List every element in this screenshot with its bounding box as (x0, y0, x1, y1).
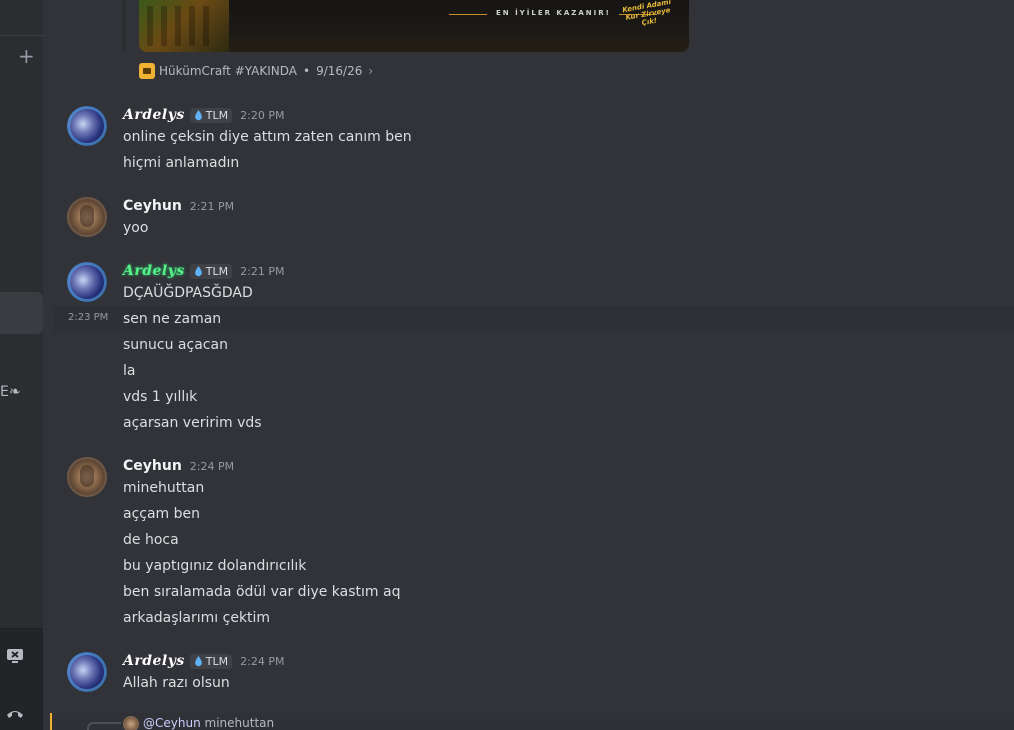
reply-avatar[interactable] (123, 716, 139, 730)
chevron-right-icon[interactable]: › (368, 64, 373, 78)
message-line: online çeksin diye attım zaten canım ben (123, 129, 412, 145)
message-line: bu yaptıgınız dolandırıcılık (123, 558, 307, 574)
avatar[interactable] (67, 457, 107, 497)
embed-date: 9/16/26 (316, 64, 363, 78)
message-line: minehuttan (123, 480, 205, 496)
sidebar-item-active[interactable] (0, 292, 43, 334)
message-line: yoo (123, 220, 149, 236)
sidebar-item-label[interactable]: E❧ (0, 384, 21, 400)
droplet-icon (194, 655, 202, 666)
guild-tag-badge[interactable]: TLM (189, 653, 233, 669)
message-header: Ardelys TLM 2:21 PM (123, 261, 284, 281)
message-header: Ardelys TLM 2:24 PM (123, 651, 284, 671)
message-line: Allah razı olsun (123, 675, 230, 691)
message-timestamp: 2:21 PM (240, 264, 285, 278)
reply-connector (87, 722, 121, 730)
message-line: sunucu açacan (123, 337, 228, 353)
username[interactable]: Ceyhun (123, 458, 182, 474)
guild-tag-badge[interactable]: TLM (189, 263, 233, 279)
message-line: açarsan veririm vds (123, 415, 262, 431)
embed-source[interactable]: HükümCraft #YAKINDA (159, 64, 297, 78)
message-line: ben sıralamada ödül var diye kastım aq (123, 584, 401, 600)
banner-stamp: Kendi Adamı Kur Zirveye Çık! (621, 0, 672, 28)
message-header: Ceyhun 2:24 PM (123, 456, 234, 476)
message-header: Ardelys TLM 2:20 PM (123, 105, 284, 125)
message-timestamp: 2:24 PM (189, 459, 235, 473)
username[interactable]: Ardelys (123, 263, 185, 279)
message-timestamp: 2:21 PM (189, 199, 235, 213)
username[interactable]: Ceyhun (123, 198, 182, 214)
message-line: sen ne zaman (123, 311, 222, 327)
reply-preview[interactable]: @Ceyhun minehuttan (143, 716, 274, 730)
message-timestamp: 2:20 PM (240, 108, 285, 122)
avatar[interactable] (67, 262, 107, 302)
screen-share-icon[interactable] (6, 648, 24, 664)
server-sidebar: + E❧ (0, 0, 43, 730)
message-line: aççam ben (123, 506, 201, 522)
sidebar-divider (0, 35, 43, 36)
guild-tag-label: TLM (205, 264, 229, 278)
droplet-icon (194, 265, 202, 276)
username[interactable]: Ardelys (123, 107, 185, 123)
message-line: de hoca (123, 532, 179, 548)
server-logo-icon (139, 63, 155, 79)
message-line: la (123, 363, 136, 379)
embed-footer: HükümCraft #YAKINDA • 9/16/26 › (139, 62, 373, 80)
guild-tag-label: TLM (205, 654, 229, 668)
banner-tagline: EN İYİLER KAZANIR! (496, 9, 611, 17)
message-line: arkadaşlarımı çektim (123, 610, 271, 626)
embed-accent-bar (122, 0, 126, 52)
embed-banner-image[interactable]: EN İYİLER KAZANIR! Kendi Adamı Kur Zirve… (139, 0, 689, 52)
message-line: hiçmi anlamadın (123, 155, 240, 171)
hover-timestamp: 2:23 PM (68, 312, 109, 323)
message-header: Ceyhun 2:21 PM (123, 196, 234, 216)
banner-art (139, 0, 229, 52)
add-channel-icon[interactable]: + (18, 44, 35, 68)
banner-rule-left (449, 14, 487, 15)
footer-separator: • (303, 64, 311, 78)
message-timestamp: 2:24 PM (240, 654, 285, 668)
message-line: vds 1 yıllık (123, 389, 198, 405)
guild-tag-badge[interactable]: TLM (189, 107, 233, 123)
message-line: DÇAÜĞDPASĞDAD (123, 285, 253, 301)
droplet-icon (194, 109, 202, 120)
avatar[interactable] (67, 197, 107, 237)
guild-tag-label: TLM (205, 108, 229, 122)
disconnect-call-icon[interactable] (5, 706, 25, 720)
avatar[interactable] (67, 652, 107, 692)
reply-snippet: minehuttan (204, 716, 275, 730)
avatar[interactable] (67, 106, 107, 146)
username[interactable]: Ardelys (123, 653, 185, 669)
reply-mention[interactable]: @Ceyhun (143, 716, 201, 730)
